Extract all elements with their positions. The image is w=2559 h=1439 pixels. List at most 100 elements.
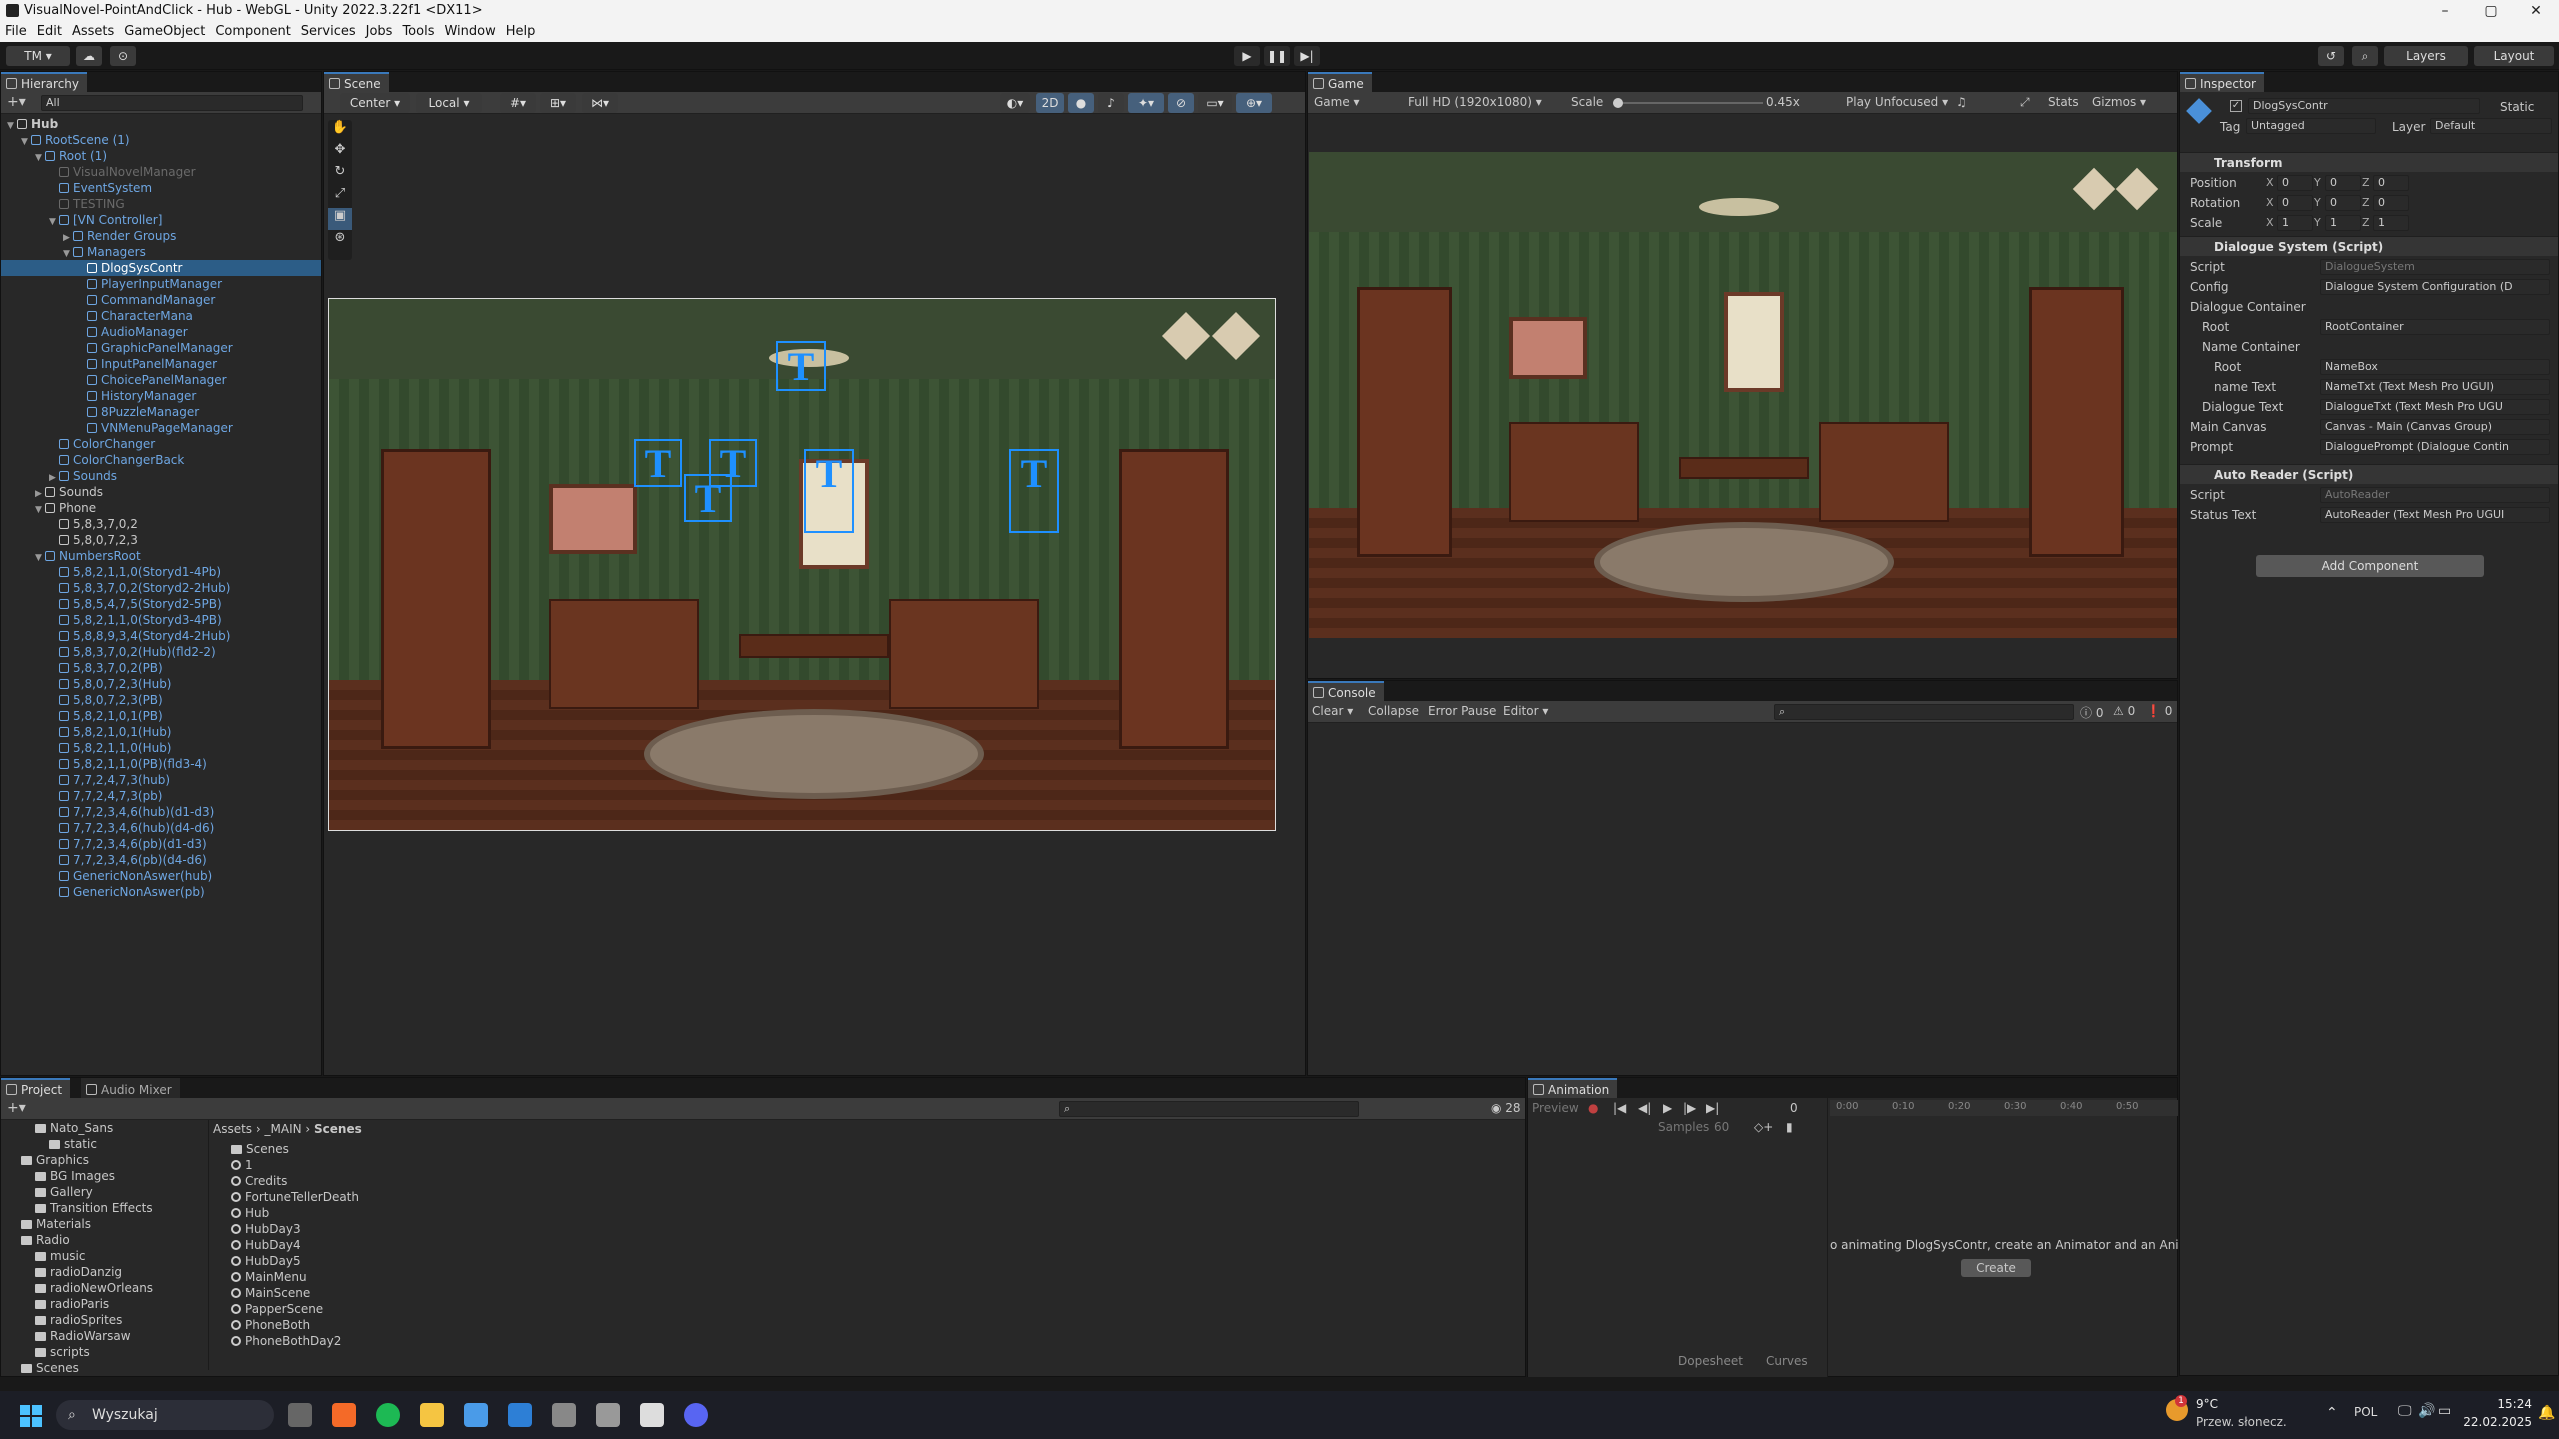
notepad-icon[interactable] [464,1403,488,1427]
menu-file[interactable]: File [0,22,32,42]
pivot-dropdown[interactable]: Center ▾ [340,93,410,113]
asset-item[interactable]: 1 [231,1157,253,1173]
hierarchy-item[interactable]: 7,7,2,3,4,6(hub)(d1-d3) [1,804,321,820]
hierarchy-item[interactable]: ▶ Sounds [1,468,321,484]
object-reference-field[interactable]: AutoReader [2320,487,2550,503]
auto-reader-header[interactable]: Auto Reader (Script) [2180,464,2558,484]
layer-dropdown[interactable]: Default [2430,118,2552,134]
project-folder[interactable]: radioNewOrleans [35,1280,153,1296]
step-button[interactable]: ▶| [1294,46,1320,66]
hierarchy-item[interactable]: 5,8,2,1,1,0(Storyd1-4Pb) [1,564,321,580]
add-event-icon[interactable]: ▮ [1786,1120,1793,1134]
task-view-icon[interactable] [288,1403,312,1427]
tab-project[interactable]: Project [1,1078,71,1098]
move-tool-icon[interactable]: ✥ [328,142,352,164]
audio-icon[interactable]: ♪ [1098,93,1124,113]
hierarchy-item[interactable]: 5,8,3,7,0,2 [1,516,321,532]
project-folder[interactable]: static [49,1136,97,1152]
play-mode-dropdown[interactable]: Play Unfocused ▾ [1846,95,1948,109]
menu-edit[interactable]: Edit [32,22,67,42]
hierarchy-item[interactable]: ChoicePanelManager [1,372,321,388]
transform-z-field[interactable]: 1 [2373,215,2409,231]
project-folder[interactable]: Radio [21,1232,70,1248]
camera-icon[interactable]: ▭▾ [1198,93,1232,113]
text-gizmo-icon[interactable]: T [804,449,854,533]
rotate-tool-icon[interactable]: ↻ [328,164,352,186]
scale-slider[interactable] [1613,98,1763,108]
tray-chevron-icon[interactable]: ⌃ [2326,1405,2338,1421]
hierarchy-item[interactable]: 5,8,3,7,0,2(Storyd2-2Hub) [1,580,321,596]
hierarchy-item[interactable]: AudioManager [1,324,321,340]
hierarchy-item[interactable]: GraphicPanelManager [1,340,321,356]
unity-editor-icon[interactable] [640,1403,664,1427]
menu-jobs[interactable]: Jobs [361,22,398,42]
hierarchy-item[interactable]: 5,8,3,7,0,2(PB) [1,660,321,676]
hierarchy-item[interactable]: HistoryManager [1,388,321,404]
hierarchy-item[interactable]: 5,8,2,1,1,0(Hub) [1,740,321,756]
console-search-input[interactable]: ⌕ [1774,704,2074,720]
timeline-ruler[interactable]: 0:00 0:10 0:20 0:30 0:40 0:50 [1830,1100,2178,1116]
project-folder[interactable]: Graphics [21,1152,89,1168]
editor-dropdown[interactable]: Editor ▾ [1503,704,1548,718]
hierarchy-item[interactable]: 5,8,3,7,0,2(Hub)(fld2-2) [1,644,321,660]
lighting-icon[interactable]: ● [1068,93,1094,113]
text-gizmo-icon[interactable]: T [684,474,732,522]
create-animator-button[interactable]: Create [1961,1259,2031,1277]
hierarchy-item[interactable]: ▼ Hub [1,116,321,132]
add-component-button[interactable]: Add Component [2256,555,2484,577]
curves-tab[interactable]: Curves [1766,1354,1808,1368]
object-reference-field[interactable]: AutoReader (Text Mesh Pro UGUI [2320,507,2550,523]
menu-services[interactable]: Services [296,22,361,42]
discord-icon[interactable] [684,1403,708,1427]
hierarchy-item[interactable]: 5,8,2,1,0,1(Hub) [1,724,321,740]
hierarchy-item[interactable]: PlayerInputManager [1,276,321,292]
hierarchy-item[interactable]: ColorChangerBack [1,452,321,468]
asset-item[interactable]: PhoneBoth [231,1317,310,1333]
hierarchy-item[interactable]: ▶ Render Groups [1,228,321,244]
display-dropdown[interactable]: Game ▾ [1314,95,1360,109]
menu-window[interactable]: Window [439,22,500,42]
error-count[interactable]: ❗ 0 [2146,704,2172,718]
hierarchy-item[interactable]: ColorChanger [1,436,321,452]
hierarchy-item[interactable]: 8PuzzleManager [1,404,321,420]
vscode-icon[interactable] [508,1403,532,1427]
asset-item[interactable]: PhoneBothDay2 [231,1333,341,1349]
rect-tool-icon[interactable]: ▣ [328,208,352,230]
hierarchy-item[interactable]: 5,8,5,4,7,5(Storyd2-5PB) [1,596,321,612]
snap-icon[interactable]: ⊞▾ [540,93,576,113]
asset-item[interactable]: MainScene [231,1285,310,1301]
brave-icon[interactable] [332,1403,356,1427]
transform-x-field[interactable]: 1 [2277,215,2313,231]
breadcrumb-assets[interactable]: Assets [213,1122,252,1136]
language-indicator[interactable]: POL [2354,1405,2377,1419]
project-folder[interactable]: Gallery [35,1184,93,1200]
gizmos-icon[interactable]: ⊕▾ [1236,93,1272,113]
hierarchy-item[interactable]: ▼ [VN Controller] [1,212,321,228]
play-button[interactable]: ▶ [1234,46,1260,66]
menu-component[interactable]: Component [210,22,295,42]
hierarchy-item[interactable]: InputPanelManager [1,356,321,372]
log-count[interactable]: ⓘ 0 [2080,704,2103,721]
dialogue-system-header[interactable]: Dialogue System (Script) [2180,236,2558,256]
layout-dropdown[interactable]: Layout [2474,46,2554,66]
collab-icon[interactable]: ⊙ [110,46,136,66]
object-name-field[interactable]: DlogSysContr [2248,98,2480,114]
notifications-icon[interactable]: 🔔 [2538,1405,2555,1421]
close-button[interactable]: ✕ [2513,0,2559,22]
text-gizmo-icon[interactable]: T [634,439,682,487]
tab-scene[interactable]: Scene [324,72,389,92]
gizmos-dropdown[interactable]: Gizmos ▾ [2092,95,2146,109]
hierarchy-item[interactable]: 5,8,0,7,2,3(Hub) [1,676,321,692]
hierarchy-item[interactable]: TESTING [1,196,321,212]
static-toggle[interactable]: Static [2500,100,2534,114]
project-folder[interactable]: Transition Effects [35,1200,153,1216]
hierarchy-item[interactable]: VNMenuPageManager [1,420,321,436]
scale-tool-icon[interactable]: ⤢ [328,186,352,208]
transform-y-field[interactable]: 0 [2325,195,2361,211]
layers-dropdown[interactable]: Layers [2384,46,2468,66]
text-gizmo-icon[interactable]: T [1009,449,1059,533]
add-keyframe-icon[interactable]: ◇+ [1754,1120,1773,1134]
scene-viewport[interactable]: T T T T T T [328,298,1276,831]
draw-mode-icon[interactable]: ◐▾ [1000,93,1030,113]
transform-x-field[interactable]: 0 [2277,175,2313,191]
